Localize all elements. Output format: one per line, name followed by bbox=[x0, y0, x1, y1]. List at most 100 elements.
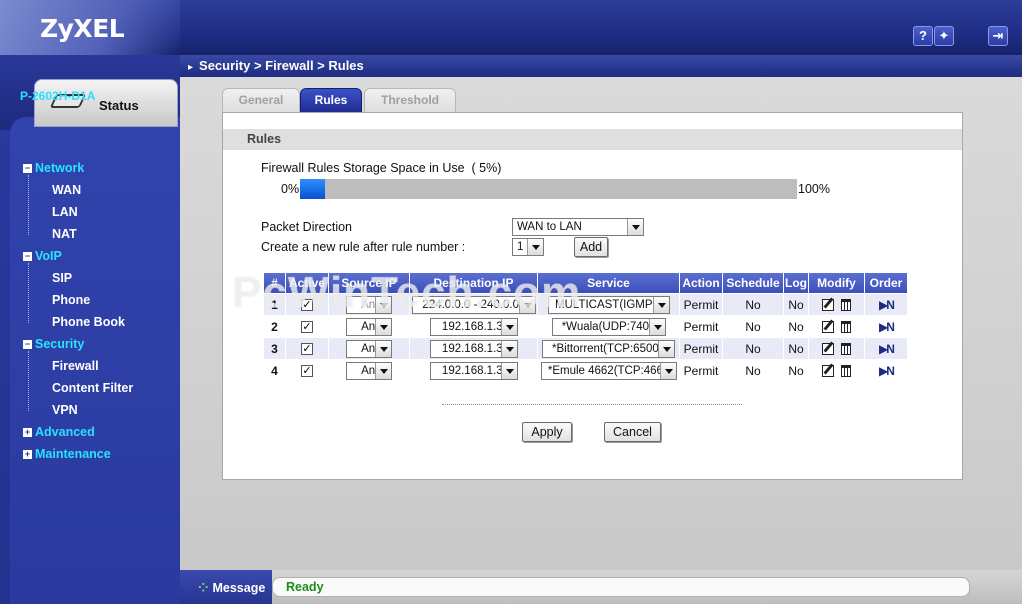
section-title: Rules bbox=[223, 129, 962, 150]
tab-rules[interactable]: Rules bbox=[300, 88, 362, 112]
source-ip-select[interactable]: Any bbox=[346, 295, 392, 314]
menu-item-firewall[interactable]: Firewall bbox=[52, 359, 99, 373]
status-button[interactable]: Status bbox=[34, 79, 178, 127]
breadcrumb-arrow-icon: ▸ bbox=[188, 62, 194, 73]
menu-security[interactable]: − Security bbox=[23, 337, 84, 351]
chevron-down-icon bbox=[659, 362, 676, 379]
message-field: Ready bbox=[272, 577, 970, 597]
service-select[interactable]: MULTICAST(IGMP:0) bbox=[547, 295, 670, 314]
service-select[interactable]: *Wuala(UDP:7409) bbox=[551, 317, 666, 336]
help-icon[interactable]: ? bbox=[913, 26, 933, 46]
col-header-source-ip: Source IP bbox=[329, 273, 409, 293]
service-select[interactable]: *Bittorrent(TCP:65000) bbox=[542, 339, 675, 358]
log-cell: No bbox=[784, 316, 808, 337]
table-row: 2 ✓ Any 192.168.1.34 *Wuala(UDP:7409) Pe… bbox=[264, 316, 907, 337]
menu-item-sip[interactable]: SIP bbox=[52, 271, 72, 285]
chevron-down-icon bbox=[518, 296, 535, 313]
logout-icon[interactable]: ⇥ bbox=[988, 26, 1008, 46]
col-header-log: Log bbox=[784, 273, 808, 293]
schedule-cell: No bbox=[723, 360, 783, 381]
wizard-icon[interactable]: ✦ bbox=[934, 26, 954, 46]
destination-ip-select[interactable]: 192.168.1.34 bbox=[429, 339, 518, 358]
message-dots-icon: ⁘ bbox=[198, 581, 209, 595]
table-row: 3 ✓ Any 192.168.1.34 *Bittorrent(TCP:650… bbox=[264, 338, 907, 359]
add-button[interactable]: Add bbox=[574, 237, 608, 257]
menu-voip[interactable]: − VoIP bbox=[23, 249, 62, 263]
device-name: P-2602H-D1A bbox=[20, 89, 96, 103]
chevron-down-icon bbox=[375, 362, 391, 379]
trash-icon[interactable] bbox=[841, 365, 851, 378]
destination-ip-select[interactable]: 192.168.1.34 bbox=[429, 361, 518, 380]
menu-item-phone[interactable]: Phone bbox=[52, 293, 90, 307]
log-cell: No bbox=[784, 294, 808, 315]
cancel-button[interactable]: Cancel bbox=[604, 422, 661, 442]
active-checkbox[interactable]: ✓ bbox=[301, 365, 313, 378]
packet-direction-select[interactable]: WAN to LAN bbox=[512, 218, 644, 236]
table-row: 1 ✓ Any 224.0.0.0 - 240.0.0.0 MULTICAST(… bbox=[264, 294, 907, 315]
rule-number: 4 bbox=[271, 363, 278, 378]
progress-max-label: 100% bbox=[798, 182, 830, 196]
active-checkbox[interactable]: ✓ bbox=[301, 299, 313, 312]
trash-icon[interactable] bbox=[841, 299, 851, 312]
destination-ip-select[interactable]: 192.168.1.34 bbox=[429, 317, 518, 336]
chevron-down-icon bbox=[500, 362, 517, 379]
edit-icon[interactable] bbox=[822, 299, 834, 312]
edit-icon[interactable] bbox=[822, 321, 834, 334]
active-checkbox[interactable]: ✓ bbox=[301, 321, 313, 334]
menu-item-content-filter[interactable]: Content Filter bbox=[52, 381, 133, 395]
source-ip-select[interactable]: Any bbox=[346, 361, 392, 380]
active-checkbox[interactable]: ✓ bbox=[301, 343, 313, 356]
move-icon[interactable]: ▶N bbox=[879, 298, 895, 312]
service-select[interactable]: *Emule 4662(TCP:4662) bbox=[540, 361, 677, 380]
tab-general[interactable]: General bbox=[222, 88, 300, 112]
status-label: Status bbox=[99, 98, 139, 113]
menu-item-vpn[interactable]: VPN bbox=[52, 403, 78, 417]
menu-item-phone-book[interactable]: Phone Book bbox=[52, 315, 125, 329]
col-header-action: Action bbox=[680, 273, 722, 293]
rule-number: 1 bbox=[271, 297, 278, 312]
menu-network[interactable]: − Network bbox=[23, 161, 84, 175]
source-ip-select[interactable]: Any bbox=[346, 339, 392, 358]
schedule-cell: No bbox=[723, 316, 783, 337]
rule-number: 2 bbox=[271, 319, 278, 334]
edit-icon[interactable] bbox=[822, 365, 834, 378]
log-cell: No bbox=[784, 360, 808, 381]
col-header-destination-ip: Destination IP bbox=[410, 273, 537, 293]
rules-panel: Rules Firewall Rules Storage Space in Us… bbox=[222, 112, 963, 480]
move-icon[interactable]: ▶N bbox=[879, 364, 895, 378]
chevron-down-icon bbox=[375, 340, 391, 357]
menu-item-wan[interactable]: WAN bbox=[52, 183, 81, 197]
schedule-cell: No bbox=[723, 338, 783, 359]
action-cell: Permit bbox=[680, 294, 722, 315]
move-icon[interactable]: ▶N bbox=[879, 320, 895, 334]
tree-line bbox=[28, 351, 29, 411]
tab-threshold[interactable]: Threshold bbox=[364, 88, 456, 112]
menu-item-nat[interactable]: NAT bbox=[52, 227, 77, 241]
tree-line bbox=[28, 263, 29, 323]
separator bbox=[442, 404, 742, 405]
chevron-down-icon bbox=[375, 318, 391, 335]
apply-button[interactable]: Apply bbox=[522, 422, 572, 442]
source-ip-select[interactable]: Any bbox=[346, 317, 392, 336]
trash-icon[interactable] bbox=[841, 343, 851, 356]
progress-min-label: 0% bbox=[281, 182, 300, 196]
zyxel-logo: ZyXEL bbox=[40, 14, 125, 43]
col-header-service: Service bbox=[538, 273, 679, 293]
action-cell: Permit bbox=[680, 338, 722, 359]
edit-icon[interactable] bbox=[822, 343, 834, 356]
create-rule-label: Create a new rule after rule number : bbox=[261, 240, 466, 254]
menu-advanced[interactable]: + Advanced bbox=[23, 425, 95, 439]
move-icon[interactable]: ▶N bbox=[879, 342, 895, 356]
menu-maintenance[interactable]: + Maintenance bbox=[23, 447, 111, 461]
action-cell: Permit bbox=[680, 360, 722, 381]
menu-item-lan[interactable]: LAN bbox=[52, 205, 78, 219]
rule-number-select[interactable]: 1 bbox=[512, 238, 544, 256]
col-header-active: Active bbox=[286, 273, 328, 293]
trash-icon[interactable] bbox=[841, 321, 851, 334]
destination-ip-select[interactable]: 224.0.0.0 - 240.0.0.0 bbox=[411, 295, 536, 314]
chevron-down-icon bbox=[658, 340, 674, 357]
packet-direction-label: Packet Direction bbox=[261, 220, 353, 234]
breadcrumb: ▸ Security > Firewall > Rules bbox=[180, 55, 1022, 77]
chevron-down-icon bbox=[500, 340, 517, 357]
message-label: ⁘ Message bbox=[198, 581, 266, 595]
